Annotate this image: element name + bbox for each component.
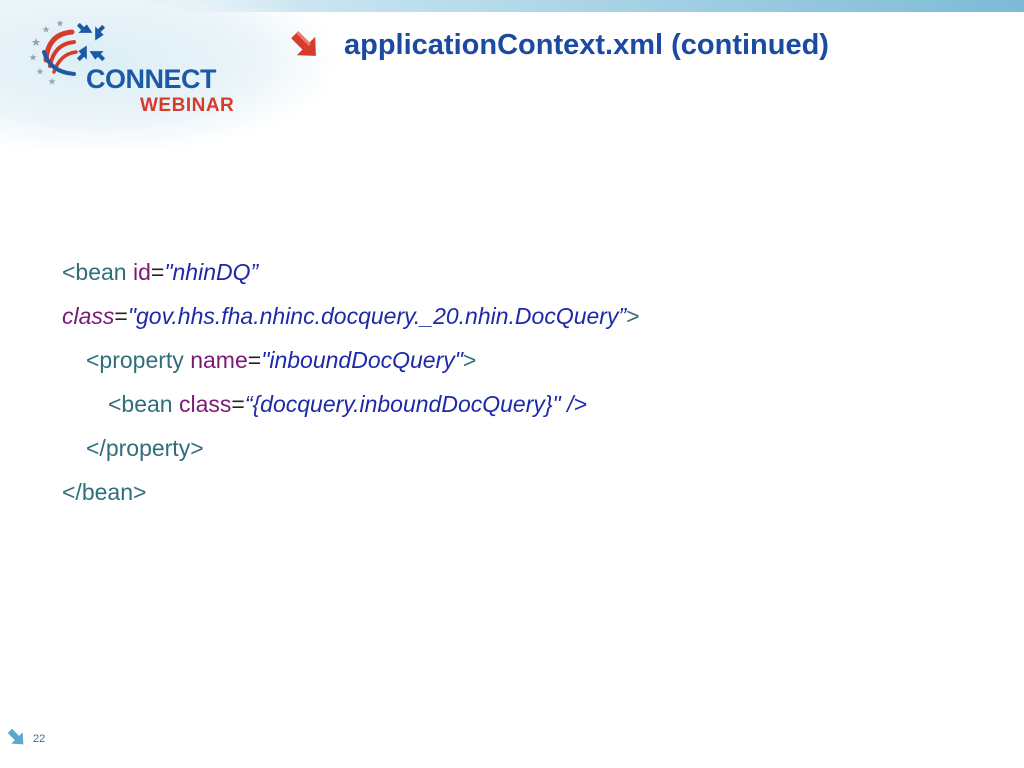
logo-connect-text: CONNECT	[86, 64, 217, 94]
code-line-3: <property name="inboundDocQuery">	[62, 338, 962, 382]
attribute-value: "gov.hhs.fha.nhinc.docquery._20.nhin.Doc…	[127, 303, 627, 329]
attribute-name: id	[133, 259, 151, 285]
attribute-value: “{docquery.inboundDocQuery}"	[244, 391, 561, 417]
equals-sign: =	[231, 391, 245, 417]
attribute-value: "inboundDocQuery"	[261, 347, 463, 373]
tag-close: >	[626, 303, 640, 329]
xml-code-block: <bean id="nhinDQ” class="gov.hhs.fha.nhi…	[62, 250, 962, 514]
tag-open: <bean	[62, 259, 133, 285]
tag-close: >	[462, 347, 477, 373]
tag-close: </bean>	[62, 479, 147, 505]
code-line-2: class="gov.hhs.fha.nhinc.docquery._20.nh…	[62, 294, 962, 338]
attribute-name: class	[179, 391, 232, 417]
equals-sign: =	[247, 347, 262, 373]
code-line-5: </property>	[62, 426, 962, 470]
equals-sign: =	[114, 303, 128, 329]
slide-title: applicationContext.xml (continued)	[344, 29, 829, 61]
attribute-value: "nhinDQ”	[164, 259, 259, 285]
tag-close: </property>	[86, 435, 204, 461]
footer-arrow-icon	[7, 728, 24, 745]
code-line-6: </bean>	[62, 470, 962, 514]
equals-sign: =	[150, 259, 165, 285]
attribute-name: name	[190, 347, 248, 373]
connect-webinar-logo: CONNECT WEBINAR	[28, 16, 258, 115]
page-number: 22	[33, 733, 46, 745]
tag-open: <bean	[108, 391, 179, 417]
attribute-name: class	[62, 303, 115, 329]
code-line-4: <bean class=“{docquery.inboundDocQuery}"…	[62, 382, 962, 426]
tag-open: <property	[86, 347, 191, 373]
logo-webinar-text: WEBINAR	[140, 95, 235, 116]
red-arrow-icon	[291, 31, 316, 56]
slide: CONNECT WEBINAR applicationContext.xml (…	[0, 0, 1024, 768]
code-line-1: <bean id="nhinDQ”	[62, 250, 962, 294]
tag-self-close: />	[560, 391, 587, 417]
